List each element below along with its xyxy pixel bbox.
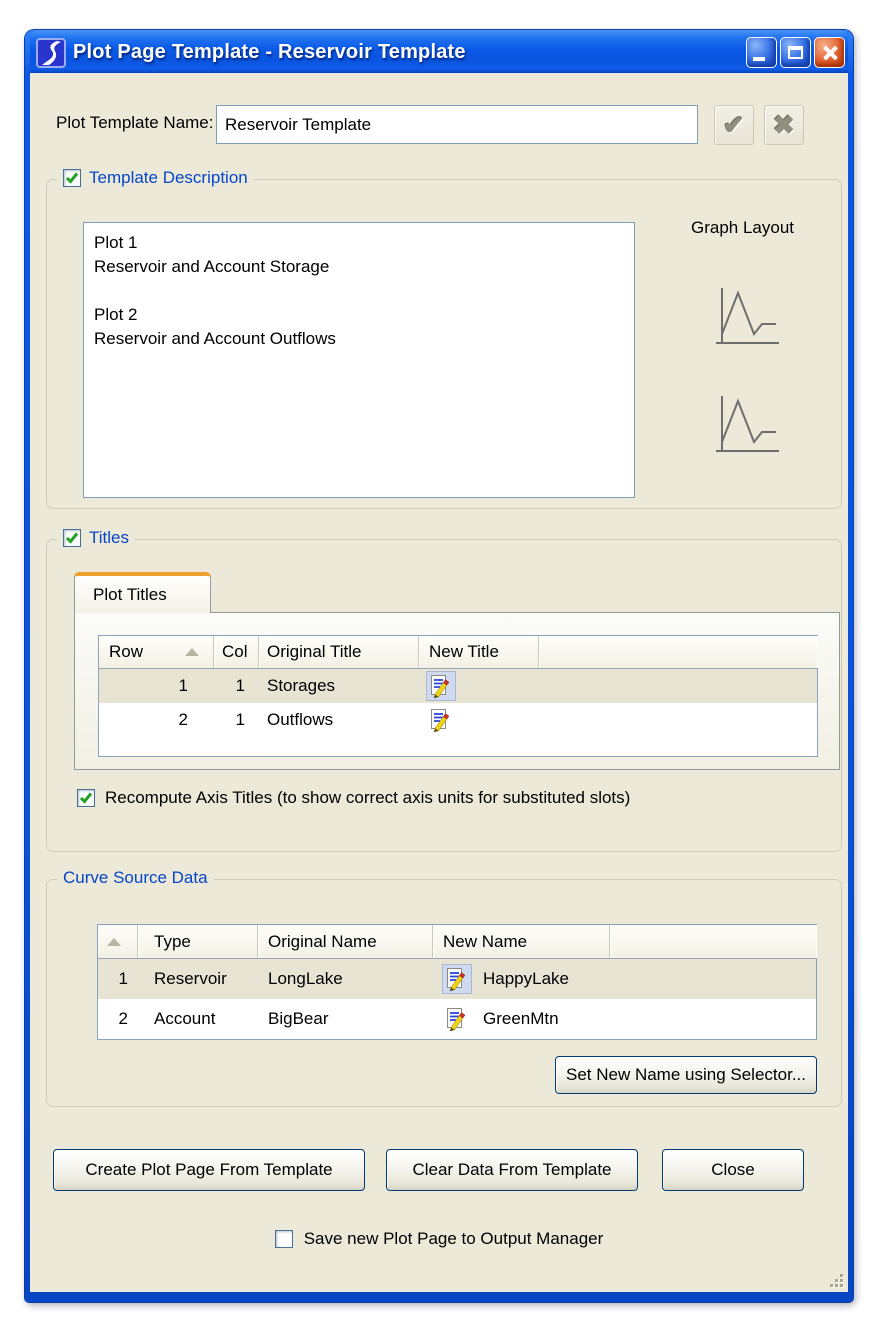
table-row[interactable]: 2 1 Outflows: [99, 703, 817, 737]
set-new-name-selector-button[interactable]: Set New Name using Selector...: [555, 1056, 817, 1094]
edit-name-icon[interactable]: [443, 965, 471, 993]
column-header-row[interactable]: Row: [99, 636, 214, 668]
template-description-checkbox[interactable]: [63, 169, 81, 187]
sort-ascending-icon: [107, 938, 121, 946]
maximize-button[interactable]: [780, 37, 811, 68]
save-to-output-manager-checkbox[interactable]: [275, 1230, 293, 1248]
cancel-name-button[interactable]: ✖: [764, 105, 804, 145]
tab-label: Plot Titles: [93, 585, 167, 605]
titlebar[interactable]: Plot Page Template - Reservoir Template: [30, 30, 848, 73]
desktop-background: { "window": { "title": "Plot Page Templa…: [0, 0, 880, 1320]
plot-template-name-input[interactable]: [216, 105, 698, 144]
column-header-original-title[interactable]: Original Title: [259, 636, 419, 668]
resize-grip[interactable]: [829, 1273, 845, 1289]
checkmark-icon: [79, 791, 93, 805]
x-icon: ✖: [773, 112, 795, 138]
edit-name-icon[interactable]: [443, 1005, 471, 1033]
graph-layout-label: Graph Layout: [691, 218, 794, 238]
close-button[interactable]: [814, 37, 845, 68]
column-header-filler: [610, 925, 816, 958]
description-line: Plot 1: [94, 231, 624, 255]
curve-source-data-table: Type Original Name New Name 1 Reservoir …: [97, 924, 817, 1040]
minimize-button[interactable]: [746, 37, 777, 68]
recompute-axis-titles-label: Recompute Axis Titles (to show correct a…: [105, 788, 630, 808]
template-description-textarea[interactable]: Plot 1 Reservoir and Account Storage Plo…: [83, 222, 635, 498]
description-line: Reservoir and Account Outflows: [94, 327, 624, 351]
template-description-group: Template Description Plot 1 Reservoir an…: [46, 179, 842, 509]
description-line: Reservoir and Account Storage: [94, 255, 624, 279]
riverware-logo-icon: [36, 38, 66, 68]
line-graph-icon: [713, 284, 783, 352]
column-header-new-title[interactable]: New Title: [419, 636, 539, 668]
plot-titles-table: Row Col Original Title New Title 1: [98, 635, 818, 757]
plot-template-name-label: Plot Template Name:: [56, 113, 213, 133]
titles-checkbox[interactable]: [63, 529, 81, 547]
table-row[interactable]: 2 Account BigBear: [98, 999, 816, 1039]
dialog-body: Plot Template Name: ✔ ✖ Template Descrip…: [30, 73, 848, 1292]
column-header-index[interactable]: [98, 925, 138, 958]
curve-source-data-group: Curve Source Data Type Original Name New…: [46, 879, 842, 1107]
recompute-axis-titles-checkbox[interactable]: [77, 789, 95, 807]
column-header-new-name[interactable]: New Name: [433, 925, 610, 958]
checkmark-icon: [65, 531, 79, 545]
description-line: [94, 279, 624, 303]
titles-group-title: Titles: [89, 528, 129, 548]
edit-title-icon[interactable]: [427, 706, 455, 734]
save-to-output-manager-label: Save new Plot Page to Output Manager: [304, 1229, 604, 1249]
table-row[interactable]: 1 Reservoir LongLake: [98, 959, 816, 999]
plot-titles-tab-pane: Row Col Original Title New Title 1: [74, 612, 840, 770]
maximize-icon: [788, 46, 803, 59]
check-icon: ✔: [723, 112, 745, 138]
create-plot-page-button[interactable]: Create Plot Page From Template: [53, 1149, 365, 1191]
titles-group: Titles Plot Titles Row Col Origin: [46, 539, 842, 852]
curve-table-header: Type Original Name New Name: [98, 925, 816, 959]
apply-name-button[interactable]: ✔: [714, 105, 754, 145]
description-line: Plot 2: [94, 303, 624, 327]
window-title: Plot Page Template - Reservoir Template: [73, 41, 746, 64]
plot-titles-table-header: Row Col Original Title New Title: [99, 636, 817, 669]
edit-title-icon[interactable]: [427, 672, 455, 700]
clear-data-button[interactable]: Clear Data From Template: [386, 1149, 638, 1191]
column-header-col[interactable]: Col: [214, 636, 259, 668]
minimize-icon: [753, 57, 765, 61]
tab-plot-titles[interactable]: Plot Titles: [74, 572, 211, 613]
template-description-title: Template Description: [89, 168, 248, 188]
table-row[interactable]: 1 1 Storages: [99, 669, 817, 703]
checkmark-icon: [65, 171, 79, 185]
close-dialog-button[interactable]: Close: [662, 1149, 804, 1191]
column-header-type[interactable]: Type: [138, 925, 258, 958]
sort-ascending-icon: [185, 648, 199, 656]
plot-page-template-dialog: Plot Page Template - Reservoir Template …: [25, 30, 853, 1302]
column-header-filler: [539, 636, 817, 668]
curve-source-data-title: Curve Source Data: [63, 868, 208, 888]
column-header-original-name[interactable]: Original Name: [258, 925, 433, 958]
line-graph-icon: [713, 392, 783, 460]
close-icon: [820, 43, 840, 63]
